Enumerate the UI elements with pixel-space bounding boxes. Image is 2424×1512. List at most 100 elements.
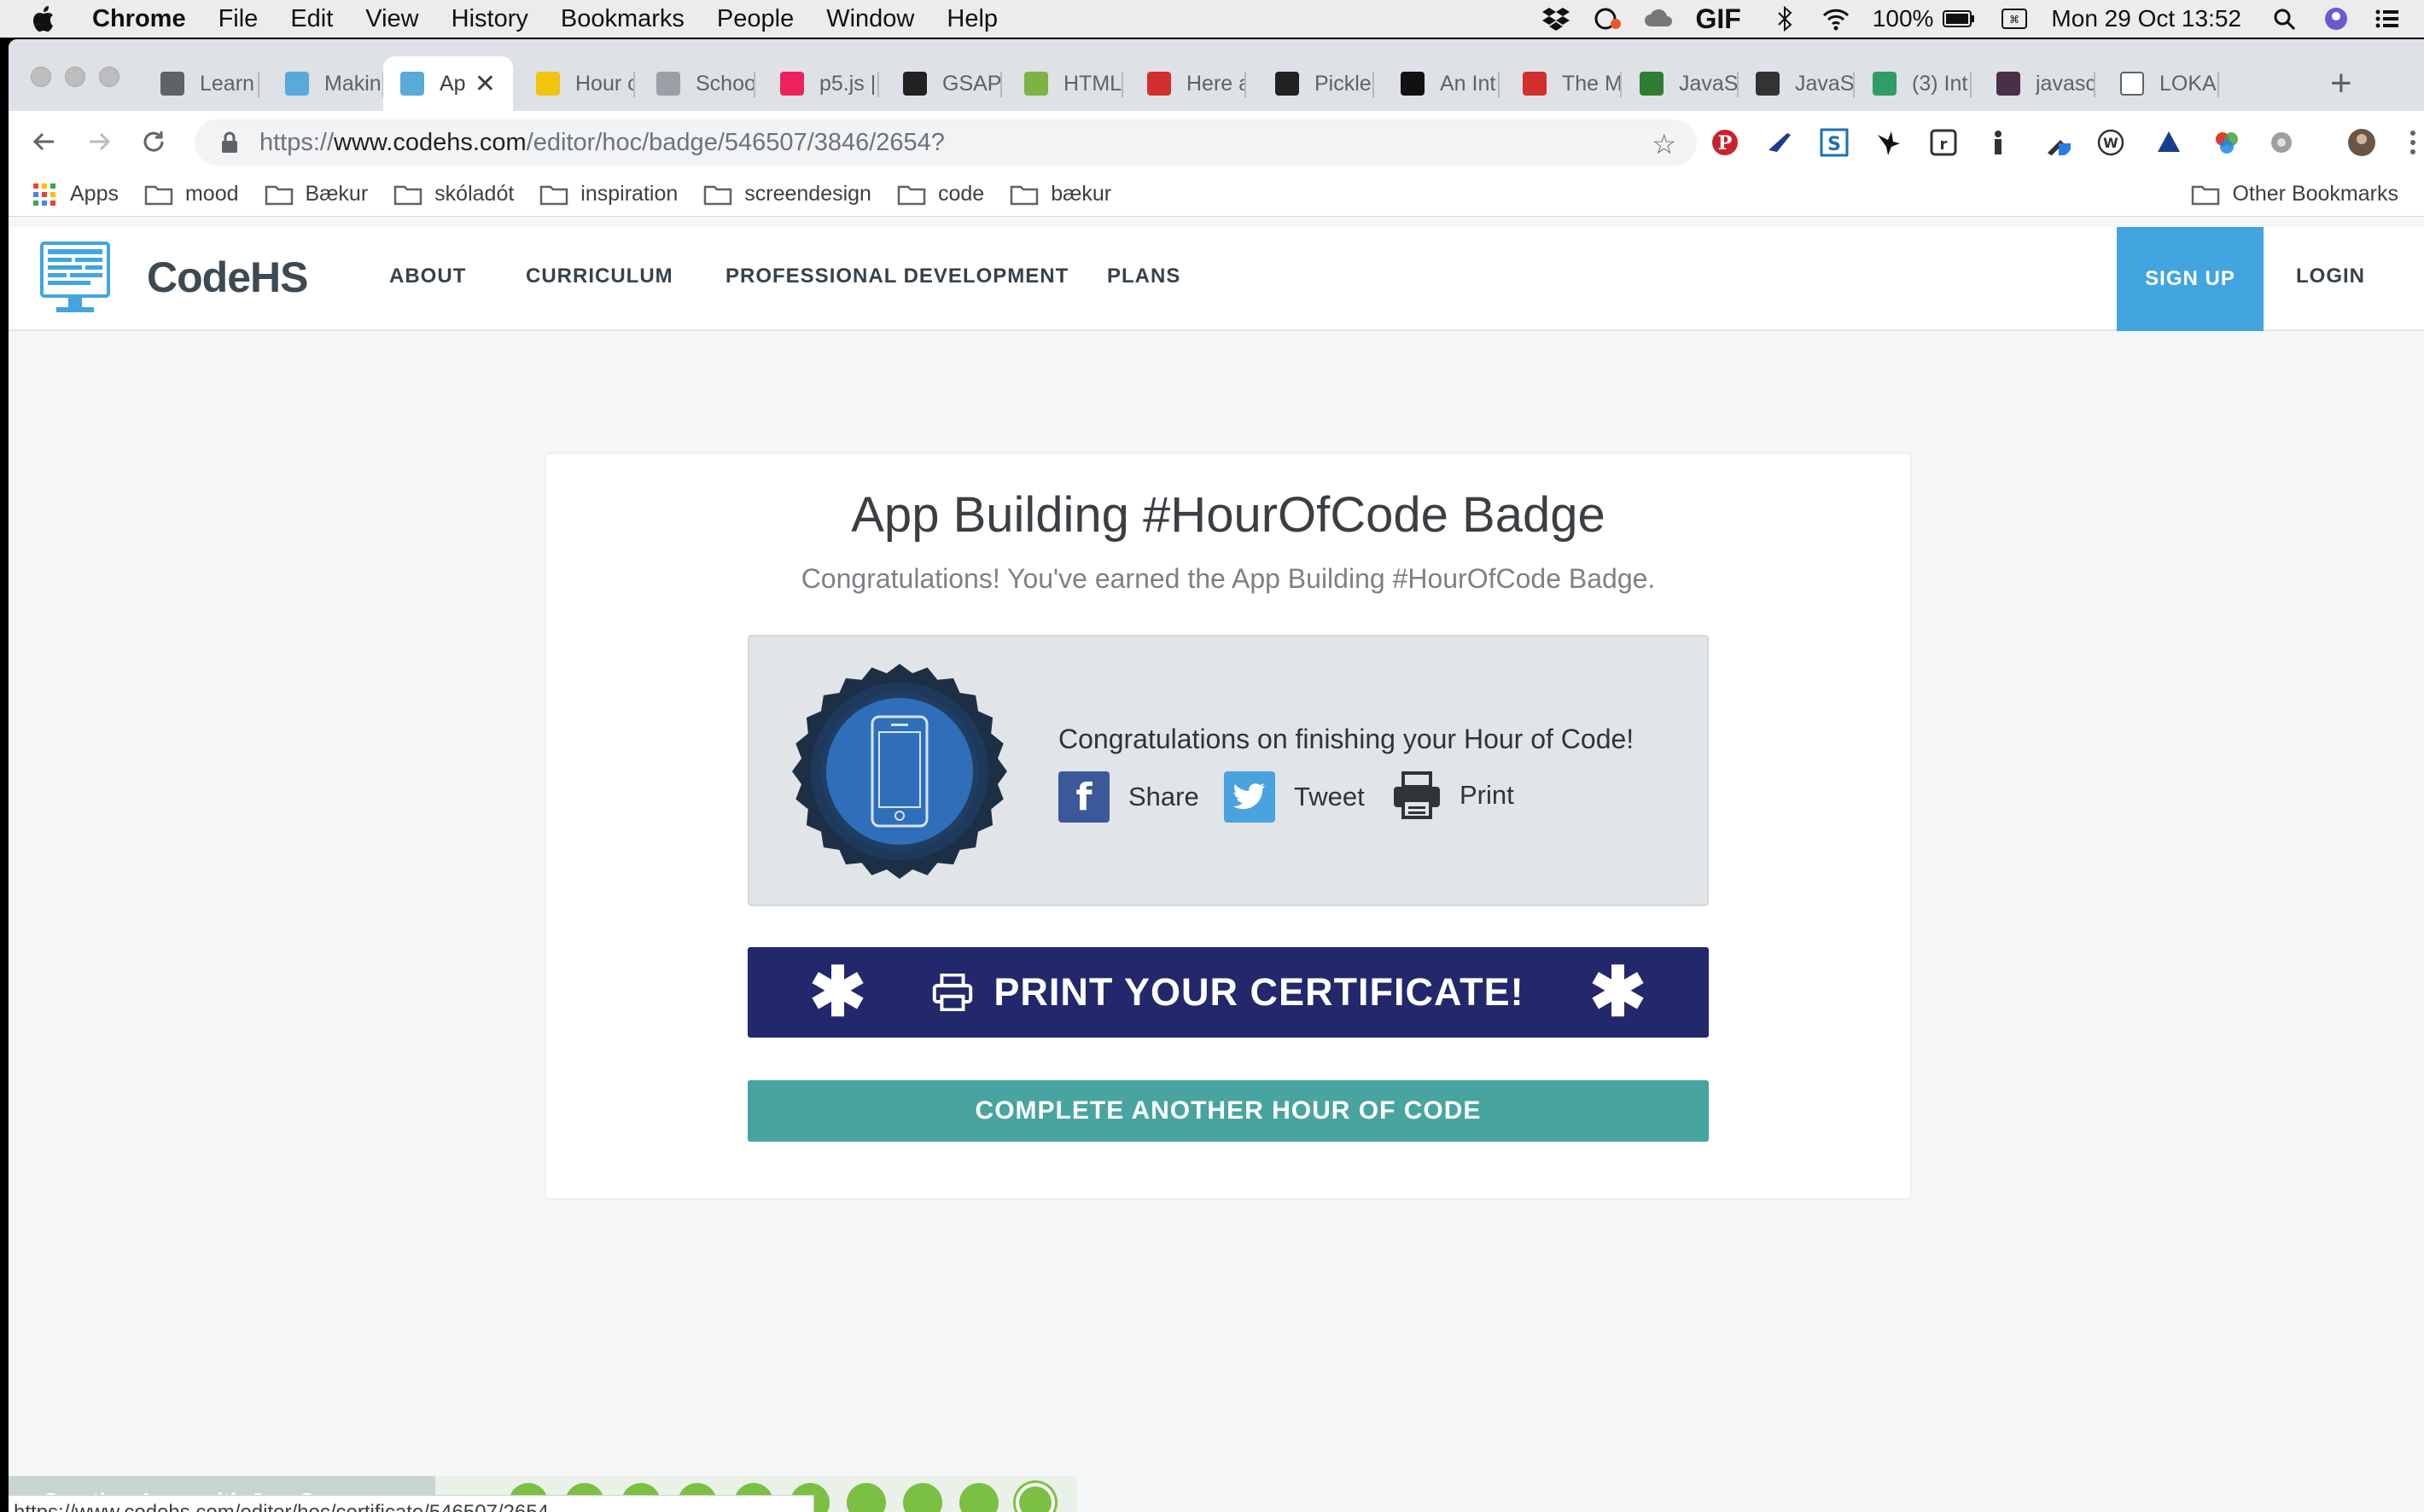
window-zoom-button[interactable] bbox=[99, 67, 119, 87]
new-tab-button[interactable]: + bbox=[2330, 65, 2352, 102]
tab-2[interactable]: Ap ✕ bbox=[383, 56, 513, 111]
codehs-logo-icon[interactable] bbox=[39, 241, 111, 317]
menu-app-name[interactable]: Chrome bbox=[92, 5, 186, 33]
tab-4[interactable]: Schoo bbox=[636, 56, 755, 111]
bookmarks-bar: Apps mood Bækur skóladót inspiration screend… bbox=[9, 172, 2424, 217]
folder-icon bbox=[704, 185, 732, 205]
tab-14[interactable]: (3) Int bbox=[1852, 56, 1972, 111]
info-extension-icon[interactable] bbox=[1984, 128, 2013, 157]
w-extension-icon[interactable]: W bbox=[2096, 128, 2125, 157]
tab-separator bbox=[1000, 72, 1002, 97]
other-bookmarks[interactable]: Other Bookmarks bbox=[2191, 182, 2398, 206]
bookmark-folder-4[interactable]: screendesign bbox=[703, 182, 871, 206]
tab-1[interactable]: Makin bbox=[265, 56, 384, 111]
menu-help[interactable]: Help bbox=[947, 5, 998, 33]
menubar-clock[interactable]: Mon 29 Oct 13:52 bbox=[2051, 5, 2241, 32]
tab-0[interactable]: Learn bbox=[140, 56, 259, 111]
facebook-share-button[interactable]: f Share bbox=[1058, 771, 1199, 823]
tab-7[interactable]: HTML bbox=[1004, 56, 1123, 111]
folder-icon bbox=[540, 185, 568, 205]
tab-9[interactable]: Pickle bbox=[1255, 56, 1374, 111]
bookmark-folder-0[interactable]: mood bbox=[144, 182, 239, 206]
tab-5[interactable]: p5.js | bbox=[760, 56, 879, 111]
back-button[interactable] bbox=[27, 125, 61, 159]
color-extension-icon[interactable] bbox=[2212, 128, 2241, 157]
profile-avatar[interactable] bbox=[2347, 128, 2376, 157]
tab-8[interactable]: Here a bbox=[1127, 56, 1246, 111]
pinterest-extension-icon[interactable]: P bbox=[1710, 128, 1739, 157]
folder-icon bbox=[2192, 185, 2220, 205]
tab-close-icon[interactable]: ✕ bbox=[475, 69, 496, 99]
tab-10[interactable]: An Int bbox=[1380, 56, 1500, 111]
bookmark-star-icon[interactable]: ☆ bbox=[1652, 128, 1676, 160]
creative-cloud-icon[interactable] bbox=[1593, 6, 1622, 32]
nav-plans[interactable]: PLANS bbox=[1107, 265, 1180, 288]
codehs-logo-text[interactable]: CodeHS bbox=[147, 253, 308, 302]
chrome-menu-icon[interactable] bbox=[2398, 128, 2424, 157]
reader-extension-icon[interactable]: r bbox=[1929, 128, 1958, 157]
lesson-step-icon[interactable] bbox=[959, 1483, 999, 1512]
cloud-upload-icon[interactable] bbox=[1644, 6, 1673, 32]
print-certificate-button[interactable]: ✱ PRINT YOUR CERTIFICATE! ✱ bbox=[748, 947, 1709, 1038]
tab-6[interactable]: GSAP bbox=[883, 56, 1002, 111]
print-badge-button[interactable]: Print bbox=[1391, 771, 1514, 819]
nav-about[interactable]: ABOUT bbox=[389, 265, 466, 288]
menu-people[interactable]: People bbox=[717, 5, 794, 33]
forward-button[interactable] bbox=[82, 125, 116, 159]
apple-logo-icon[interactable] bbox=[32, 4, 58, 33]
lesson-step-icon[interactable] bbox=[1016, 1483, 1055, 1512]
dropbox-icon[interactable] bbox=[1541, 6, 1570, 32]
tab-separator bbox=[754, 72, 755, 97]
tab-13[interactable]: JavaS bbox=[1735, 56, 1855, 111]
bookmark-folder-5[interactable]: code bbox=[897, 182, 984, 206]
triangle-extension-icon[interactable] bbox=[2154, 128, 2183, 157]
notification-center-icon[interactable] bbox=[2373, 6, 2402, 32]
tab-title: Here a bbox=[1186, 71, 1246, 96]
bookmark-folder-1[interactable]: Bækur bbox=[265, 182, 368, 206]
tab-3[interactable]: Hour c bbox=[516, 56, 635, 111]
svg-text:S: S bbox=[1827, 134, 1841, 155]
nav-curriculum[interactable]: CURRICULUM bbox=[526, 265, 673, 288]
gif-tray-icon[interactable]: GIF bbox=[1695, 3, 1740, 35]
spotlight-search-icon[interactable] bbox=[2270, 6, 2299, 32]
menu-file[interactable]: File bbox=[219, 5, 259, 33]
lesson-step-icon[interactable] bbox=[903, 1483, 942, 1512]
lesson-step-icon[interactable] bbox=[847, 1483, 886, 1512]
twitter-tweet-button[interactable]: Tweet bbox=[1224, 771, 1365, 823]
battery-icon[interactable] bbox=[1940, 6, 1978, 32]
menu-history[interactable]: History bbox=[452, 5, 528, 33]
user-avatar-icon[interactable] bbox=[2322, 6, 2351, 32]
airplane-extension-icon[interactable] bbox=[1765, 128, 1794, 157]
bookmark-folder-6[interactable]: bækur bbox=[1010, 182, 1111, 206]
tab-title: Hour c bbox=[575, 71, 635, 96]
address-bar[interactable]: https://www.codehs.com/editor/hoc/badge/… bbox=[195, 119, 1697, 166]
menu-bookmarks[interactable]: Bookmarks bbox=[561, 5, 685, 33]
lock-icon[interactable] bbox=[220, 131, 239, 154]
eyedropper-extension-icon[interactable] bbox=[2043, 128, 2072, 157]
tab-12[interactable]: JavaS bbox=[1619, 56, 1739, 111]
reload-button[interactable] bbox=[137, 125, 171, 159]
tab-15[interactable]: javasc bbox=[1976, 56, 2095, 111]
bird-extension-icon[interactable] bbox=[1874, 128, 1903, 157]
nav-professional-development[interactable]: PROFESSIONAL DEVELOPMENT bbox=[725, 265, 1069, 288]
bookmark-apps[interactable]: Apps bbox=[32, 182, 119, 206]
settings-extension-icon[interactable] bbox=[2267, 128, 2296, 157]
menu-edit[interactable]: Edit bbox=[290, 5, 333, 33]
bluetooth-icon[interactable] bbox=[1770, 6, 1799, 32]
tab-11[interactable]: The M bbox=[1502, 56, 1622, 111]
keyboard-input-icon[interactable]: ⌘ bbox=[2000, 6, 2029, 32]
window-close-button[interactable] bbox=[31, 67, 51, 87]
tab-16[interactable]: LOKA bbox=[2100, 56, 2219, 111]
complete-another-hour-button[interactable]: COMPLETE ANOTHER HOUR OF CODE bbox=[748, 1080, 1709, 1142]
wifi-icon[interactable] bbox=[1821, 6, 1850, 32]
bookmark-folder-3[interactable]: inspiration bbox=[539, 182, 678, 206]
s-extension-icon[interactable]: S bbox=[1820, 128, 1849, 157]
back-arrow-icon bbox=[32, 132, 54, 151]
window-minimize-button[interactable] bbox=[65, 67, 85, 87]
login-link[interactable]: LOGIN bbox=[2296, 265, 2365, 288]
print-label: Print bbox=[1460, 780, 1514, 810]
menu-view[interactable]: View bbox=[365, 5, 418, 33]
bookmark-folder-2[interactable]: skóladót bbox=[393, 182, 514, 206]
menu-window[interactable]: Window bbox=[826, 5, 914, 33]
sign-up-button[interactable]: SIGN UP bbox=[2117, 227, 2264, 331]
